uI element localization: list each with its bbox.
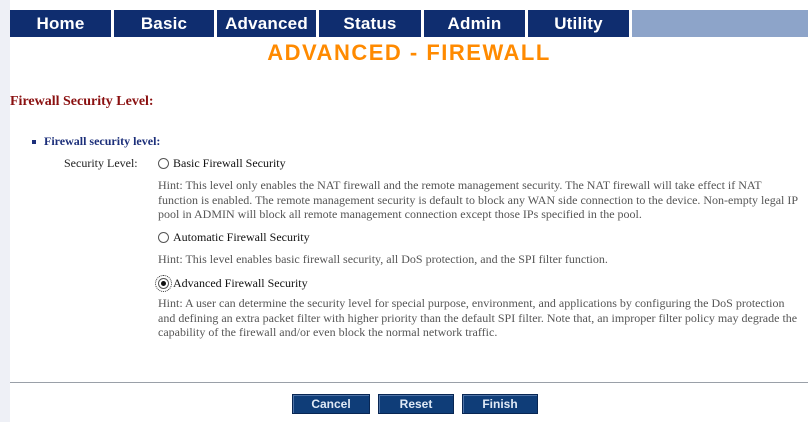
bullet-icon: [32, 139, 36, 144]
footer-divider: [10, 382, 808, 383]
section-heading: Firewall Security Level:: [10, 94, 154, 109]
reset-button[interactable]: Reset: [378, 394, 454, 414]
radio-basic-firewall[interactable]: [158, 158, 169, 169]
cancel-button[interactable]: Cancel: [292, 394, 370, 414]
option-basic-label: Basic Firewall Security: [173, 156, 286, 170]
hint-basic-firewall: Hint: This level only enables the NAT fi…: [158, 178, 798, 221]
option-automatic-firewall[interactable]: Automatic Firewall Security: [158, 230, 310, 245]
hint-advanced-firewall: Hint: A user can determine the security …: [158, 296, 798, 339]
nav-tab-home[interactable]: Home: [10, 10, 114, 37]
nav-tab-basic[interactable]: Basic: [114, 10, 217, 37]
option-basic-firewall[interactable]: Basic Firewall Security: [158, 156, 286, 171]
nav-tab-status[interactable]: Status: [319, 10, 424, 37]
finish-button[interactable]: Finish: [462, 394, 538, 414]
nav-tab-advanced[interactable]: Advanced: [217, 10, 319, 37]
option-automatic-label: Automatic Firewall Security: [173, 230, 310, 244]
page-title: ADVANCED - FIREWALL: [267, 40, 551, 65]
top-nav-bar: Home Basic Advanced Status Admin Utility: [10, 10, 808, 37]
radio-advanced-firewall[interactable]: [155, 275, 172, 292]
option-advanced-firewall[interactable]: Advanced Firewall Security: [155, 275, 308, 292]
nav-tab-admin[interactable]: Admin: [424, 10, 528, 37]
firewall-level-bullet-row: Firewall security level:: [32, 134, 160, 149]
security-level-label: Security Level:: [64, 156, 138, 170]
radio-automatic-firewall[interactable]: [158, 232, 169, 243]
hint-automatic-firewall: Hint: This level enables basic firewall …: [158, 252, 608, 266]
nav-tab-utility[interactable]: Utility: [528, 10, 632, 37]
bullet-label: Firewall security level:: [44, 134, 161, 148]
option-advanced-label: Advanced Firewall Security: [173, 276, 308, 290]
left-margin-bar: [0, 0, 10, 422]
